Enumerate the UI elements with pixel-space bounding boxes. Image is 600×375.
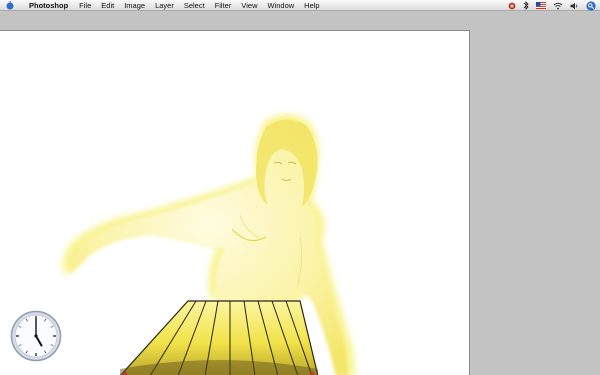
- clock-face-icon: [10, 310, 62, 362]
- menu-bar: Photoshop File Edit Image Layer Select F…: [0, 0, 600, 11]
- wifi-icon[interactable]: [553, 2, 563, 10]
- menu-view[interactable]: View: [236, 0, 262, 11]
- menu-help[interactable]: Help: [299, 0, 324, 11]
- menu-file[interactable]: File: [74, 0, 96, 11]
- menu-layer[interactable]: Layer: [150, 0, 179, 11]
- volume-icon[interactable]: [570, 2, 579, 10]
- menu-items: Photoshop File Edit Image Layer Select F…: [24, 0, 325, 10]
- menu-filter[interactable]: Filter: [210, 0, 237, 11]
- menu-app-photoshop[interactable]: Photoshop: [24, 0, 74, 11]
- bluetooth-icon[interactable]: [523, 1, 529, 10]
- menu-window[interactable]: Window: [262, 0, 299, 11]
- photoshop-document-canvas[interactable]: [0, 30, 470, 375]
- menu-select[interactable]: Select: [179, 0, 210, 11]
- spotlight-icon[interactable]: [586, 0, 596, 11]
- menu-image[interactable]: Image: [119, 0, 150, 11]
- artwork-illustration: [62, 114, 356, 375]
- cleaner-icon[interactable]: [508, 2, 516, 10]
- menu-edit[interactable]: Edit: [96, 0, 119, 11]
- status-menu-extras: [508, 0, 596, 11]
- clock-widget[interactable]: [10, 310, 62, 362]
- apple-menu-icon[interactable]: [6, 0, 14, 9]
- us-flag-icon[interactable]: [536, 2, 546, 9]
